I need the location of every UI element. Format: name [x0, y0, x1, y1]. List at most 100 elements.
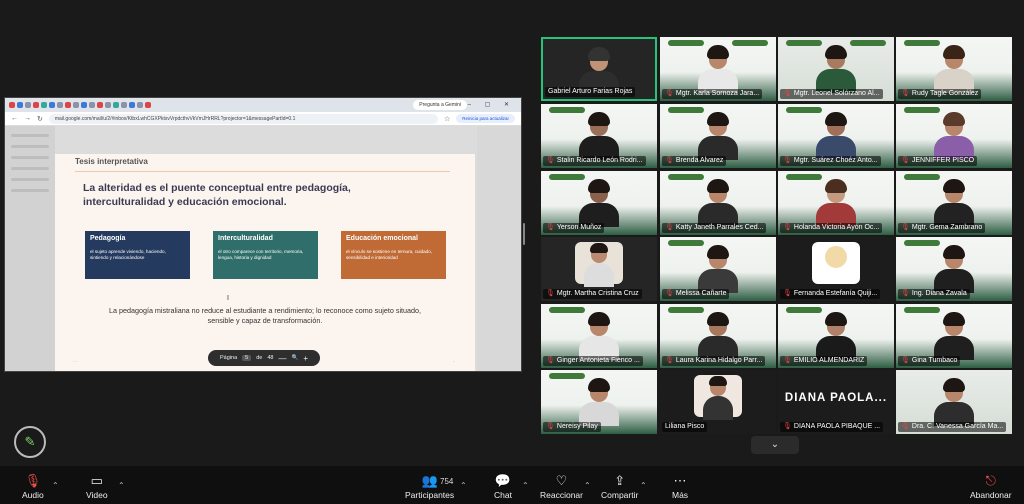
tab-favicon[interactable]: [137, 102, 143, 108]
video-tile[interactable]: 🎙 JENNIFFER PISCO: [896, 104, 1012, 168]
logo-icon: [904, 107, 940, 113]
chat-bubble-icon: 💬: [494, 473, 512, 488]
video-tile[interactable]: 🎙 Mgtr. Karla Sornoza Jara...: [660, 37, 776, 101]
share-screen-button[interactable]: ⇪ Compartir: [601, 473, 638, 500]
tab-favicon[interactable]: [145, 102, 151, 108]
video-tile[interactable]: 🎙 Laura Karina Hidalgo Parr...: [660, 304, 776, 368]
tab-favicon[interactable]: [33, 102, 39, 108]
tab-favicon[interactable]: [81, 102, 87, 108]
video-tile[interactable]: 🎙 EMILIO ALMENDARIZ: [778, 304, 894, 368]
tab-favicon[interactable]: [73, 102, 79, 108]
gemini-button[interactable]: Pregunta a Gemini: [413, 100, 467, 110]
tab-favicon[interactable]: [105, 102, 111, 108]
video-tile[interactable]: 🎙 Ginger Antonieta Fienco ...: [541, 304, 657, 368]
chat-button[interactable]: 💬 Chat: [494, 473, 512, 500]
video-tile[interactable]: 🎙 Dra. C. Vanessa García Ma...: [896, 370, 1012, 434]
share-screen-icon: ⇪: [614, 473, 626, 488]
audio-options-chevron-icon[interactable]: ⌃: [52, 481, 59, 490]
video-tile[interactable]: 🎙 Holanda Victoria Ayón Oc...: [778, 171, 894, 235]
bookmark-star-icon[interactable]: ☆: [444, 115, 450, 123]
split-resize-handle[interactable]: [523, 223, 525, 245]
logo-icon: [904, 307, 940, 313]
zoom-icon[interactable]: 🔍: [291, 355, 298, 361]
video-options-chevron-icon[interactable]: ⌃: [118, 481, 125, 490]
pencil-icon: ✎: [24, 434, 36, 449]
zoom-out-button[interactable]: —: [278, 354, 286, 363]
logo-icon: [668, 240, 704, 246]
share-options-chevron-icon[interactable]: ⌃: [640, 481, 647, 490]
annotate-button[interactable]: ✎: [14, 426, 46, 458]
video-tile[interactable]: Gabriel Arturo Farias Rojas: [541, 37, 657, 101]
tab-favicon[interactable]: [97, 102, 103, 108]
video-tile[interactable]: 🎙 Katty Janeth Parrales Ced...: [660, 171, 776, 235]
browser-tab-strip: Pregunta a Gemini – ▢ ✕: [5, 98, 521, 112]
more-button[interactable]: ⋯ Más: [672, 473, 688, 500]
card-text: el otro comparece con territorio, memori…: [218, 249, 304, 260]
shared-screen[interactable]: Pregunta a Gemini – ▢ ✕ ← → ↻ mail.googl…: [4, 97, 522, 372]
logo-icon: [904, 174, 940, 180]
page-number-input[interactable]: 5: [242, 355, 252, 361]
video-tile[interactable]: 🎙 Fernanda Estefanía Quiji...: [778, 237, 894, 301]
video-tile[interactable]: 🎙 Ing. Diana Zavala: [896, 237, 1012, 301]
mic-muted-icon: 🎙: [665, 90, 674, 97]
video-tile[interactable]: 🎙 Nereisy Pilay: [541, 370, 657, 434]
card-educacion-emocional: Educación emocional el vínculo se sostie…: [341, 231, 446, 279]
tab-favicon[interactable]: [9, 102, 15, 108]
tab-favicon[interactable]: [113, 102, 119, 108]
video-tile[interactable]: 🎙 Gina Tumbaco: [896, 304, 1012, 368]
participants-options-chevron-icon[interactable]: ⌃: [460, 481, 467, 490]
reactions-options-chevron-icon[interactable]: ⌃: [584, 481, 591, 490]
chat-options-chevron-icon[interactable]: ⌃: [522, 481, 529, 490]
logo-icon: [549, 373, 585, 379]
video-tile[interactable]: 🎙 Stalin Ricardo León Rodri...: [541, 104, 657, 168]
participant-video: [934, 112, 974, 160]
address-bar[interactable]: mail.google.com/mail/u/2/#inbox/KtbxLwhC…: [48, 113, 438, 124]
tab-favicon[interactable]: [17, 102, 23, 108]
logo-icon: [786, 174, 822, 180]
leave-label: Abandonar: [970, 490, 1012, 500]
reload-icon[interactable]: ↻: [37, 115, 43, 123]
participant-name: 🎙 Rudy Tagle González: [898, 89, 982, 99]
video-tile[interactable]: 🎙 Yerson Muñoz: [541, 171, 657, 235]
forward-icon[interactable]: →: [24, 115, 31, 122]
tab-favicon[interactable]: [49, 102, 55, 108]
participant-video: [816, 179, 856, 227]
mic-muted-icon: 🎙: [783, 357, 792, 364]
mic-muted-icon: 🎙: [546, 423, 555, 430]
video-tile[interactable]: 🎙 Rudy Tagle González: [896, 37, 1012, 101]
mic-muted-icon: 🎙: [783, 290, 792, 297]
audio-button[interactable]: 🎙 Audio: [22, 473, 44, 500]
meeting-stage: Pregunta a Gemini – ▢ ✕ ← → ↻ mail.googl…: [0, 0, 1024, 466]
logo-icon: [549, 107, 585, 113]
zoom-in-button[interactable]: +: [303, 354, 308, 363]
tab-favicon[interactable]: [65, 102, 71, 108]
tab-favicon[interactable]: [129, 102, 135, 108]
video-tile[interactable]: 🎙 Brenda Alvarez: [660, 104, 776, 168]
video-tile[interactable]: Liliana Pisco: [660, 370, 776, 434]
participant-video: [698, 179, 738, 227]
video-tile[interactable]: 🎙 Mgtr. Martha Cristina Cruz: [541, 237, 657, 301]
participant-video: [584, 243, 614, 287]
mic-muted-icon: 🎙: [665, 357, 674, 364]
update-button[interactable]: Reinicia para actualizar: [456, 114, 515, 123]
video-button[interactable]: ▭ Video: [86, 473, 108, 500]
back-icon[interactable]: ←: [11, 115, 18, 122]
video-tile[interactable]: 🎙 Mgtr. Suárez Choéz Anto...: [778, 104, 894, 168]
participant-video: [703, 376, 733, 420]
tab-favicon[interactable]: [41, 102, 47, 108]
participant-gallery: Gabriel Arturo Farias Rojas 🎙 Mgtr. Karla…: [541, 37, 1013, 435]
video-tile[interactable]: 🎙 Mgtr. Gema Zambrano: [896, 171, 1012, 235]
video-tile[interactable]: 🎙 Mgtr. Leonel Solórzano Al...: [778, 37, 894, 101]
gallery-scroll-down-button[interactable]: ⌄: [751, 436, 799, 454]
video-tile[interactable]: DIANA PAOLA... 🎙 DIANA PAOLA PIBAQUE ...: [778, 370, 894, 434]
mic-muted-icon: 🎙: [901, 90, 910, 97]
leave-button[interactable]: ⎋ Abandonar: [970, 473, 1012, 500]
tab-favicon[interactable]: [89, 102, 95, 108]
video-label: Video: [86, 490, 108, 500]
reactions-button[interactable]: ♡ Reaccionar: [540, 473, 583, 500]
tab-favicon[interactable]: [121, 102, 127, 108]
tab-favicon[interactable]: [25, 102, 31, 108]
tab-favicon[interactable]: [57, 102, 63, 108]
video-tile[interactable]: 🎙 Melissa Cañarte: [660, 237, 776, 301]
window-controls[interactable]: – ▢ ✕: [468, 101, 515, 108]
